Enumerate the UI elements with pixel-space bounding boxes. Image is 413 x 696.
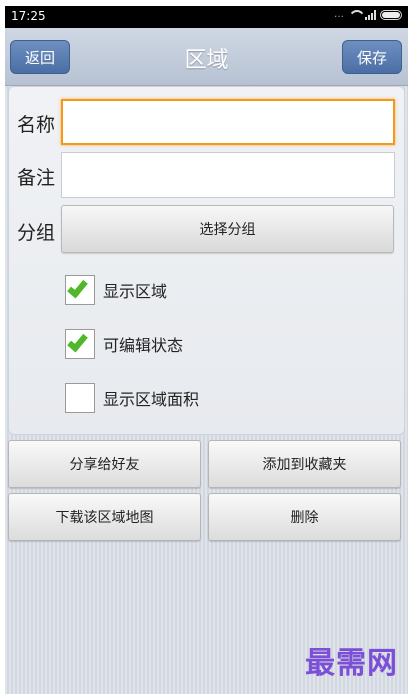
note-label: 备注 [17,167,56,189]
show-area-checkbox[interactable] [65,275,95,305]
watermark-logo: 最需网 [305,646,398,681]
option-show-area-size[interactable]: 显示区域面积 [65,382,199,414]
signal-icon [365,9,376,20]
status-bar: 17:25 … [5,6,408,28]
share-button[interactable]: 分享给好友 [8,440,201,488]
wifi-icon [349,10,361,20]
group-label: 分组 [17,222,56,244]
save-button[interactable]: 保存 [342,40,402,74]
option-editable[interactable]: 可编辑状态 [65,328,183,360]
editable-label: 可编辑状态 [103,336,184,355]
dots-icon: … [334,9,345,20]
delete-button[interactable]: 删除 [208,493,401,541]
editable-checkbox[interactable] [65,329,95,359]
checkmark-icon [67,330,88,353]
battery-icon [380,9,402,20]
show-area-size-checkbox[interactable] [65,383,95,413]
checkmark-icon [67,276,88,299]
note-field[interactable] [61,152,395,198]
form-card: 名称 备注 分组 选择分组 显示区域 可编辑状态 显示区域面积 [8,86,405,435]
select-group-button[interactable]: 选择分组 [61,205,394,253]
name-field[interactable] [61,99,395,145]
title-bar: 返回 区域 保存 [5,28,408,86]
app-screen: 17:25 … 返回 区域 保存 名称 备注 分组 选择分组 显示区域 可编辑状… [5,6,408,694]
show-area-label: 显示区域 [103,282,168,301]
download-map-button[interactable]: 下载该区域地图 [8,493,201,541]
status-icons: … [334,9,402,20]
name-label: 名称 [17,114,56,136]
option-show-area[interactable]: 显示区域 [65,274,167,306]
status-time: 17:25 [11,9,46,23]
show-area-size-label: 显示区域面积 [103,390,200,409]
add-to-favorites-button[interactable]: 添加到收藏夹 [208,440,401,488]
